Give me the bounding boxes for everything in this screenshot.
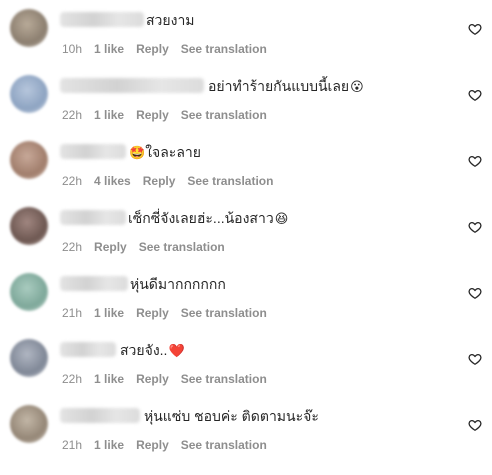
- username-blurred[interactable]: [60, 210, 126, 225]
- reply-button[interactable]: Reply: [136, 306, 169, 320]
- comment-meta: 10h 1 like Reply See translation: [62, 42, 267, 56]
- comment-text: 🤩ใจละลาย: [128, 143, 201, 162]
- heart-outline-icon[interactable]: [468, 22, 482, 36]
- avatar[interactable]: [10, 9, 48, 47]
- heart-outline-icon[interactable]: [468, 88, 482, 102]
- like-count[interactable]: 1 like: [94, 108, 124, 122]
- avatar[interactable]: [10, 339, 48, 377]
- comment-item: อย่าทำร้ายกันแบบนี้เลย😮 22h 1 like Reply…: [0, 66, 492, 132]
- like-count[interactable]: 1 like: [94, 42, 124, 56]
- heart-outline-icon[interactable]: [468, 286, 482, 300]
- comment-meta: 22h Reply See translation: [62, 240, 225, 254]
- comment-meta: 22h 1 like Reply See translation: [62, 372, 267, 386]
- heart-outline-icon[interactable]: [468, 418, 482, 432]
- reply-button[interactable]: Reply: [136, 372, 169, 386]
- username-blurred[interactable]: [60, 78, 204, 93]
- comment-body: เซ็กซี่จังเลยฮ่ะ...น้องสาว: [128, 210, 274, 226]
- reply-button[interactable]: Reply: [94, 240, 127, 254]
- comment-item: 🤩ใจละลาย 22h 4 likes Reply See translati…: [0, 132, 492, 198]
- reply-button[interactable]: Reply: [143, 174, 176, 188]
- reply-button[interactable]: Reply: [136, 438, 169, 452]
- like-count[interactable]: 1 like: [94, 438, 124, 452]
- comment-text: หุ่นดีมากกกกกก: [130, 275, 227, 294]
- comment-body: สวยงาม: [146, 12, 195, 28]
- comment-meta: 21h 1 like Reply See translation: [62, 438, 267, 452]
- avatar[interactable]: [10, 141, 48, 179]
- username-blurred[interactable]: [60, 408, 140, 423]
- comment-text: เซ็กซี่จังเลยฮ่ะ...น้องสาว😆: [128, 209, 288, 228]
- comment-body: สวยจัง..: [120, 342, 168, 358]
- username-blurred[interactable]: [60, 342, 116, 357]
- comment-meta: 22h 1 like Reply See translation: [62, 108, 267, 122]
- comment-emoji: ❤️: [168, 343, 185, 358]
- comment-body: อย่าทำร้ายกันแบบนี้เลย: [208, 78, 350, 94]
- username-blurred[interactable]: [60, 276, 128, 291]
- comment-time: 21h: [62, 306, 83, 320]
- comment-time: 21h: [62, 438, 83, 452]
- comment-emoji: 😮: [350, 79, 364, 94]
- like-count[interactable]: 1 like: [94, 372, 124, 386]
- comment-item: หุ่นแซ่บ ชอบค่ะ ติดตามนะจ๊ะ 21h 1 like R…: [0, 396, 492, 462]
- heart-outline-icon[interactable]: [468, 220, 482, 234]
- comment-body: หุ่นดีมากกกกกก: [130, 276, 226, 292]
- heart-outline-icon[interactable]: [468, 352, 482, 366]
- comment-item: หุ่นดีมากกกกกก 21h 1 like Reply See tran…: [0, 264, 492, 330]
- see-translation-button[interactable]: See translation: [139, 240, 225, 254]
- avatar[interactable]: [10, 273, 48, 311]
- comment-time: 22h: [62, 108, 83, 122]
- like-count[interactable]: 1 like: [94, 306, 124, 320]
- comment-meta: 21h 1 like Reply See translation: [62, 306, 267, 320]
- comment-item: สวยจัง..❤️ 22h 1 like Reply See translat…: [0, 330, 492, 396]
- comment-text: อย่าทำร้ายกันแบบนี้เลย😮: [208, 77, 364, 96]
- comment-time: 22h: [62, 372, 83, 386]
- username-blurred[interactable]: [60, 144, 126, 159]
- reply-button[interactable]: Reply: [136, 108, 169, 122]
- comment-time: 22h: [62, 240, 83, 254]
- avatar[interactable]: [10, 75, 48, 113]
- heart-outline-icon[interactable]: [468, 154, 482, 168]
- like-count[interactable]: 4 likes: [94, 174, 131, 188]
- see-translation-button[interactable]: See translation: [181, 306, 267, 320]
- comment-text: หุ่นแซ่บ ชอบค่ะ ติดตามนะจ๊ะ: [144, 407, 320, 426]
- comment-emoji: 😆: [274, 211, 289, 226]
- see-translation-button[interactable]: See translation: [181, 42, 267, 56]
- comment-body: หุ่นแซ่บ ชอบค่ะ ติดตามนะจ๊ะ: [144, 408, 319, 424]
- comment-meta: 22h 4 likes Reply See translation: [62, 174, 273, 188]
- see-translation-button[interactable]: See translation: [187, 174, 273, 188]
- comment-item: สวยงาม 10h 1 like Reply See translation: [0, 0, 492, 66]
- comment-body: ใจละลาย: [145, 144, 201, 160]
- comment-item: เซ็กซี่จังเลยฮ่ะ...น้องสาว😆 22h Reply Se…: [0, 198, 492, 264]
- see-translation-button[interactable]: See translation: [181, 438, 267, 452]
- username-blurred[interactable]: [60, 12, 144, 27]
- comment-list: สวยงาม 10h 1 like Reply See translation …: [0, 0, 492, 475]
- comment-emoji: 🤩: [129, 145, 146, 160]
- comment-time: 22h: [62, 174, 83, 188]
- comment-text: สวยจัง..❤️: [120, 341, 185, 360]
- comment-text: สวยงาม: [146, 11, 196, 30]
- avatar[interactable]: [10, 207, 48, 245]
- see-translation-button[interactable]: See translation: [181, 372, 267, 386]
- comment-time: 10h: [62, 42, 83, 56]
- reply-button[interactable]: Reply: [136, 42, 169, 56]
- avatar[interactable]: [10, 405, 48, 443]
- see-translation-button[interactable]: See translation: [181, 108, 267, 122]
